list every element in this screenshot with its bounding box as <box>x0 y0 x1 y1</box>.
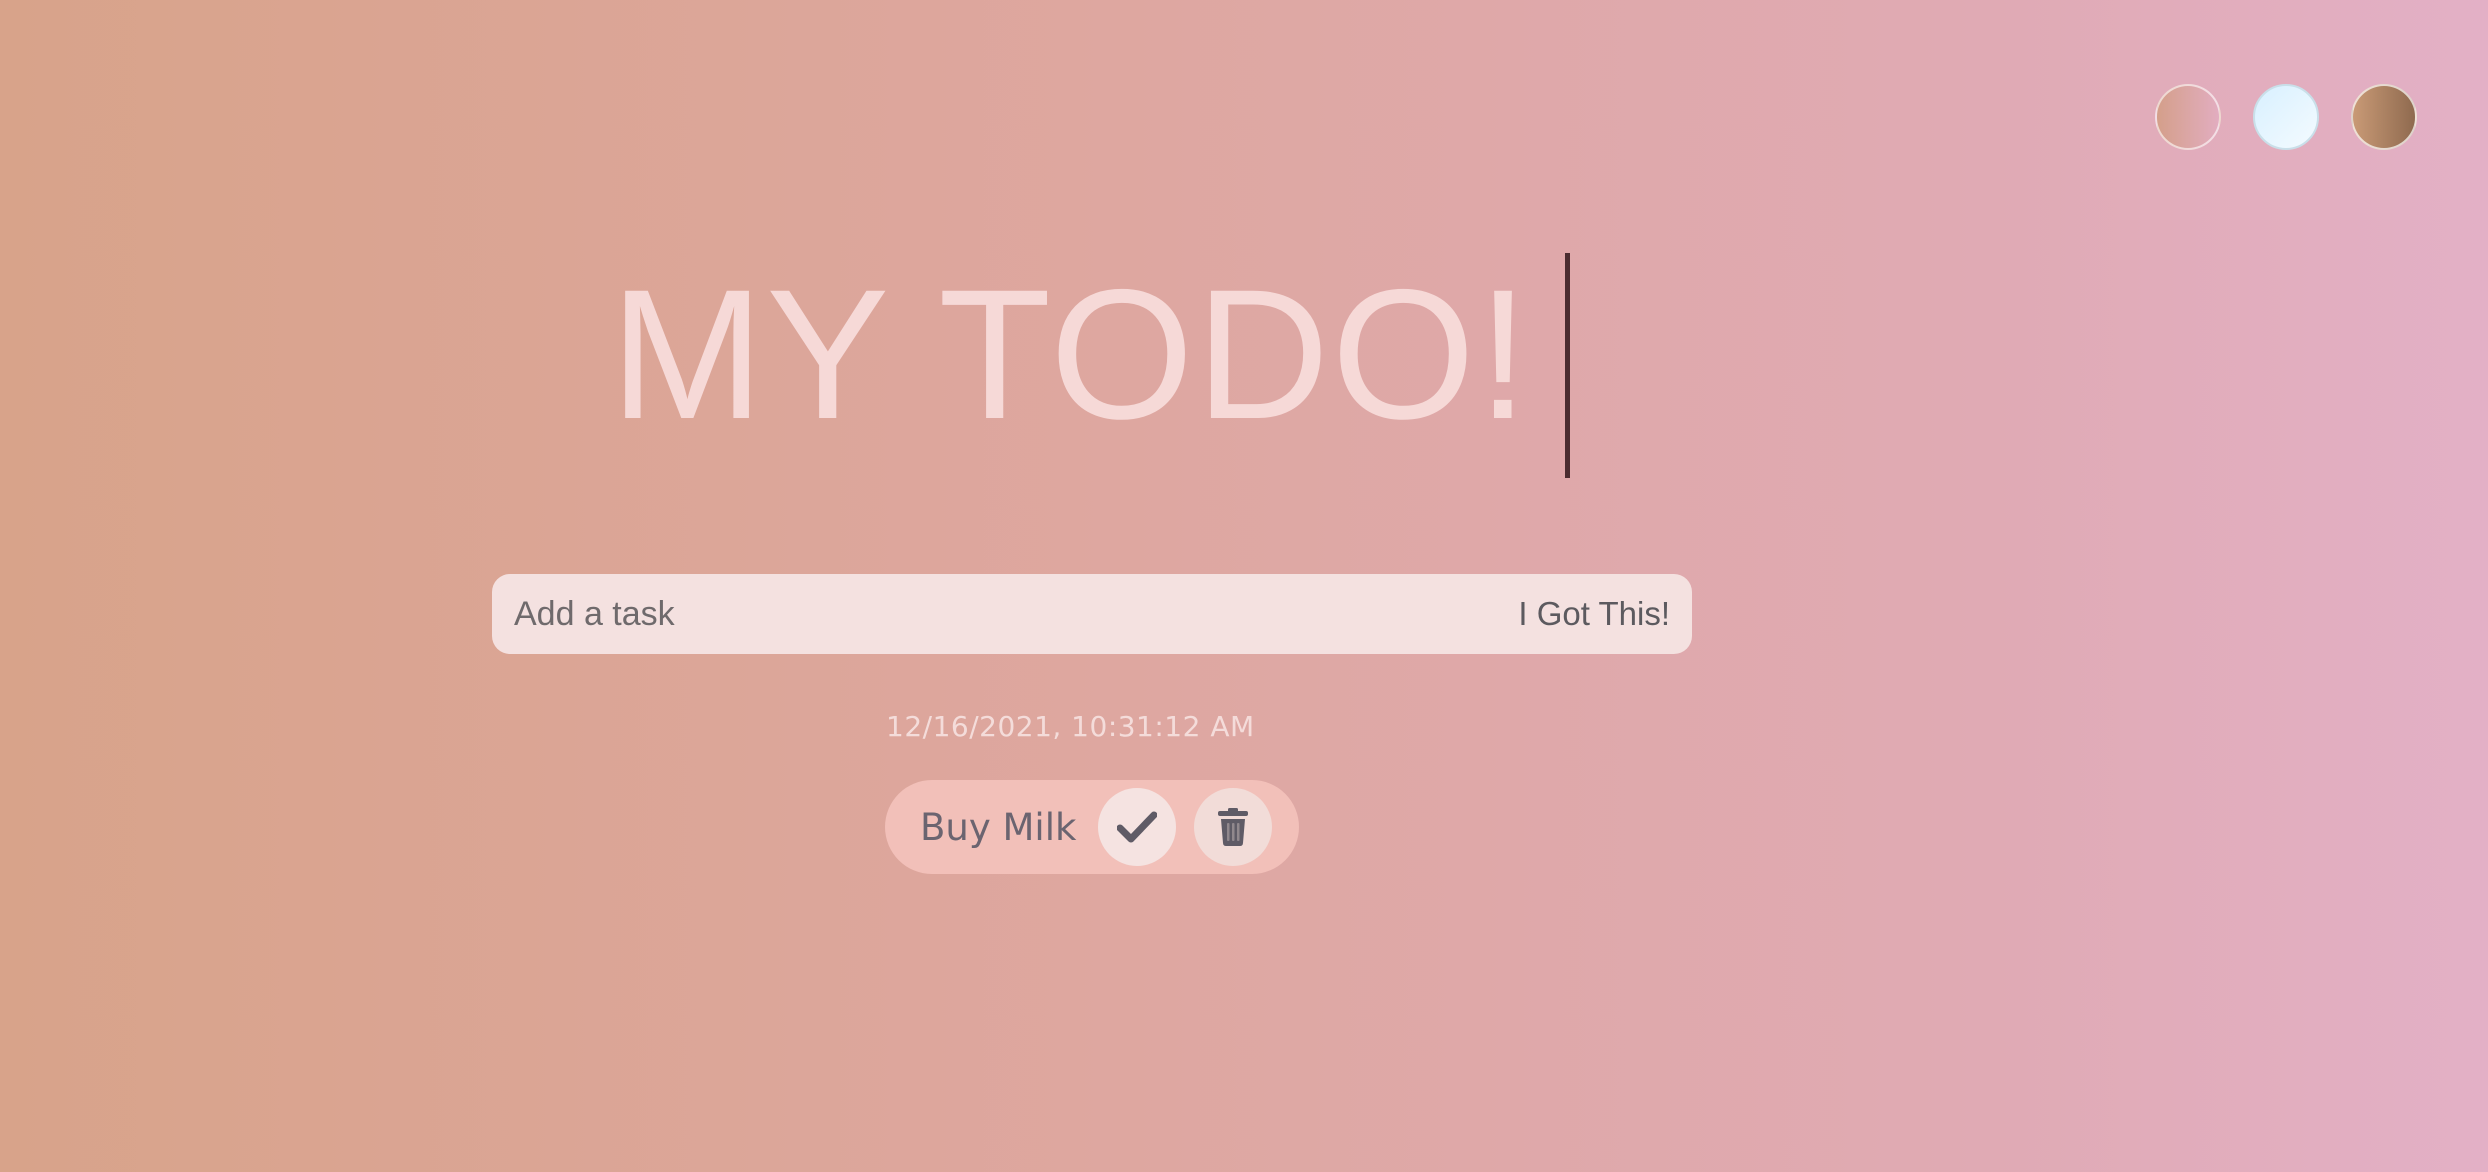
complete-button[interactable] <box>1098 788 1177 866</box>
theme-option-peach[interactable] <box>2155 84 2221 150</box>
trash-icon <box>1218 808 1249 846</box>
todo-text: Buy Milk <box>920 805 1077 849</box>
todo-item: Buy Milk <box>885 780 1299 874</box>
theme-option-sky[interactable] <box>2253 84 2319 150</box>
check-icon <box>1117 811 1158 843</box>
theme-option-mocha[interactable] <box>2351 84 2417 150</box>
task-input[interactable] <box>512 593 1519 635</box>
delete-button[interactable] <box>1194 788 1273 866</box>
text-cursor <box>1565 253 1570 478</box>
datetime-label: 12/16/2021, 10:31:12 AM <box>886 710 1255 743</box>
page-title: MY TODO! <box>610 252 1531 458</box>
add-task-form: I Got This! <box>492 574 1692 654</box>
submit-task-button[interactable]: I Got This! <box>1518 595 1670 633</box>
theme-picker <box>2155 84 2417 150</box>
